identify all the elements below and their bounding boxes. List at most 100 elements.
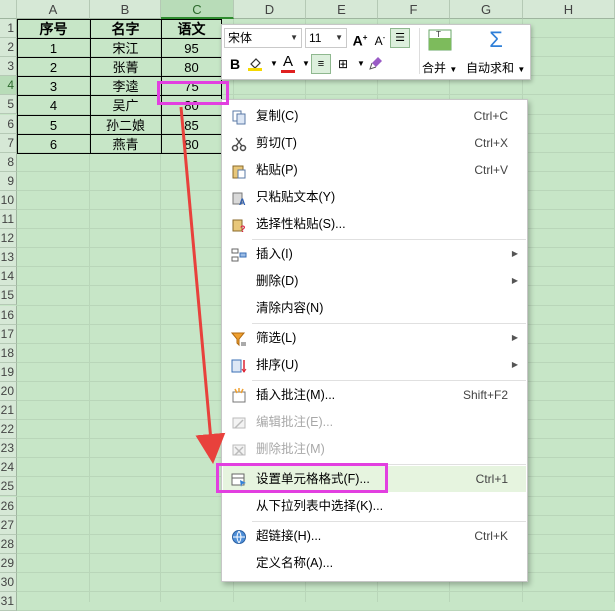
table-row-line: [17, 57, 222, 58]
menu-item-c[interactable]: 复制(C) Ctrl+C: [223, 103, 526, 129]
menu-item-k[interactable]: 从下拉列表中选择(K)...: [223, 493, 526, 519]
wrap-text-icon[interactable]: ☰: [390, 28, 410, 48]
menu-item-u[interactable]: 排序(U) ▶: [223, 352, 526, 378]
row-header[interactable]: 22: [0, 420, 17, 439]
row-header[interactable]: 29: [0, 554, 17, 573]
row-header[interactable]: 23: [0, 439, 17, 458]
column-header-a[interactable]: A: [17, 0, 90, 19]
table-cell[interactable]: 4: [17, 96, 90, 115]
table-cell[interactable]: 3: [17, 77, 90, 96]
border-icon[interactable]: ⊞: [334, 55, 352, 73]
menu-item-h[interactable]: 超链接(H)... Ctrl+K: [223, 523, 526, 549]
column-header-f[interactable]: F: [378, 0, 450, 19]
menu-item-t[interactable]: 剪切(T) Ctrl+X: [223, 130, 526, 156]
row-header[interactable]: 10: [0, 191, 17, 210]
menu-item-e: 编辑批注(E)...: [223, 409, 526, 435]
table-header-cell[interactable]: 语文: [161, 20, 222, 39]
align-center-icon[interactable]: ≡: [311, 54, 331, 74]
row-header[interactable]: 16: [0, 306, 17, 325]
row-header[interactable]: 28: [0, 535, 17, 554]
row-header[interactable]: 11: [0, 210, 17, 229]
row-header[interactable]: 4: [0, 76, 17, 95]
row-header[interactable]: 27: [0, 516, 17, 535]
menu-item-m[interactable]: 插入批注(M)... Shift+F2: [223, 382, 526, 408]
column-header-e[interactable]: E: [306, 0, 378, 19]
font-color-icon[interactable]: A: [279, 53, 297, 73]
merge-cells-icon[interactable]: T: [427, 28, 453, 52]
row-header[interactable]: 5: [0, 95, 17, 114]
bold-icon[interactable]: B: [226, 55, 244, 73]
row-header[interactable]: 6: [0, 115, 17, 134]
table-cell[interactable]: 张菁: [90, 58, 161, 77]
menu-item-s[interactable]: ? 选择性粘贴(S)...: [223, 211, 526, 237]
select-all-corner[interactable]: [0, 0, 17, 19]
insert-icon: [231, 246, 247, 262]
merge-button[interactable]: 合并 ▼: [422, 59, 457, 76]
font-name-combo[interactable]: 宋体 ▼: [224, 28, 302, 48]
row-header[interactable]: 3: [0, 57, 17, 76]
row-header[interactable]: 1: [0, 19, 17, 38]
row-header[interactable]: 26: [0, 497, 17, 516]
column-header-h[interactable]: H: [523, 0, 615, 19]
column-header-c[interactable]: C: [161, 0, 234, 19]
delete-comment-icon: [231, 441, 247, 457]
increase-font-icon[interactable]: A+: [351, 29, 369, 49]
column-header-b[interactable]: B: [90, 0, 161, 19]
fill-color-icon[interactable]: [246, 55, 264, 73]
toolbar-divider: [419, 28, 420, 74]
row-header[interactable]: 24: [0, 458, 17, 477]
table-cell[interactable]: 2: [17, 58, 90, 77]
menu-item-m: 删除批注(M): [223, 436, 526, 462]
table-cell[interactable]: 燕青: [90, 135, 161, 154]
row-header[interactable]: 12: [0, 229, 17, 248]
row-header[interactable]: 21: [0, 401, 17, 420]
autosum-button[interactable]: 自动求和 ▼: [466, 59, 525, 76]
row-header[interactable]: 8: [0, 153, 17, 172]
table-cell[interactable]: 6: [17, 135, 90, 154]
row-header[interactable]: 9: [0, 172, 17, 191]
table-cell[interactable]: 95: [161, 39, 222, 58]
menu-item-label: 排序(U): [256, 358, 299, 372]
menu-item-d[interactable]: 删除(D) ▶: [223, 268, 526, 294]
menu-item-shortcut: Ctrl+K: [474, 529, 508, 543]
chevron-down-icon: ▼: [517, 65, 526, 74]
table-header-cell[interactable]: 名字: [90, 20, 161, 39]
table-cell[interactable]: 宋江: [90, 39, 161, 58]
menu-item-a[interactable]: 定义名称(A)...: [223, 550, 526, 576]
row-header[interactable]: 7: [0, 134, 17, 153]
menu-item-p[interactable]: 粘贴(P) Ctrl+V: [223, 157, 526, 183]
menu-item-label: 粘贴(P): [256, 163, 298, 177]
table-header-cell[interactable]: 序号: [17, 20, 90, 39]
chevron-right-icon: ▶: [511, 333, 518, 342]
menu-item-label: 定义名称(A)...: [256, 556, 334, 570]
column-header-d[interactable]: D: [234, 0, 306, 19]
table-cell[interactable]: 80: [161, 135, 222, 154]
row-header[interactable]: 30: [0, 573, 17, 592]
menu-item-l[interactable]: 筛选(L) ▶: [223, 325, 526, 351]
row-header[interactable]: 17: [0, 325, 17, 344]
menu-item-y[interactable]: A 只粘贴文本(Y): [223, 184, 526, 210]
row-header[interactable]: 18: [0, 344, 17, 363]
row-header[interactable]: 25: [0, 477, 17, 496]
row-header[interactable]: 2: [0, 38, 17, 57]
row-header[interactable]: 14: [0, 267, 17, 286]
row-header[interactable]: 15: [0, 286, 17, 305]
format-painter-icon[interactable]: [367, 55, 385, 73]
menu-item-n[interactable]: 清除内容(N): [223, 295, 526, 321]
table-cell[interactable]: 5: [17, 116, 90, 135]
table-cell[interactable]: 85: [161, 116, 222, 135]
font-size-combo[interactable]: 11 ▼: [305, 28, 347, 48]
menu-item-i[interactable]: 插入(I) ▶: [223, 241, 526, 267]
decrease-font-icon[interactable]: A-: [371, 29, 389, 48]
autosum-icon[interactable]: Σ: [484, 28, 508, 52]
row-header[interactable]: 13: [0, 248, 17, 267]
row-header[interactable]: 19: [0, 363, 17, 382]
table-cell[interactable]: 吴广: [90, 96, 161, 115]
table-cell[interactable]: 80: [161, 58, 222, 77]
table-cell[interactable]: 孙二娘: [90, 116, 161, 135]
row-header[interactable]: 20: [0, 382, 17, 401]
menu-item-label: 编辑批注(E)...: [256, 415, 334, 429]
column-header-g[interactable]: G: [450, 0, 523, 19]
table-cell[interactable]: 1: [17, 39, 90, 58]
table-cell[interactable]: 李逵: [90, 77, 161, 96]
